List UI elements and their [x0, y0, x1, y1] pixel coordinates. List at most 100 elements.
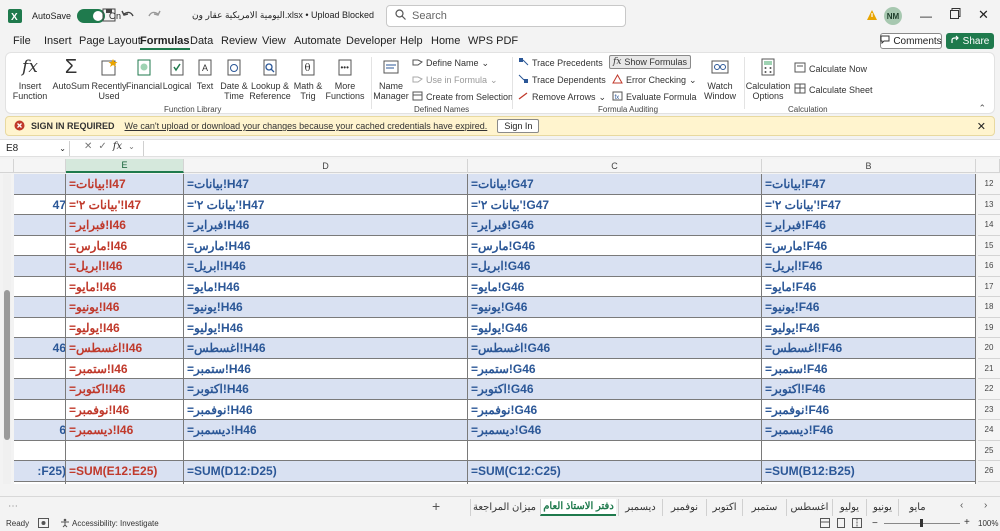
cell-d22[interactable]: =اكتوبر!H46: [184, 379, 468, 400]
menu-review[interactable]: Review: [221, 35, 257, 47]
cell-d12[interactable]: =بيانات!H47: [184, 174, 468, 195]
cell-c21[interactable]: =ستمبر!G46: [468, 359, 762, 380]
cell-f25[interactable]: [14, 441, 66, 462]
cell-f14[interactable]: [14, 215, 66, 236]
row-header[interactable]: 19: [978, 317, 1000, 338]
math-trig-button[interactable]: θ Math & Trig: [292, 56, 324, 101]
row-header[interactable]: 13: [978, 194, 1000, 215]
cell-c22[interactable]: =اكتوبر!G46: [468, 379, 762, 400]
sheet-tab[interactable]: يونيو: [866, 499, 898, 516]
row-header[interactable]: 16: [978, 256, 1000, 277]
cell-b26[interactable]: =SUM(B12:B25): [762, 461, 976, 482]
row-header[interactable]: 23: [978, 399, 1000, 420]
column-header-d[interactable]: D: [184, 159, 468, 173]
fx-button[interactable]: fx: [113, 141, 122, 152]
cell-b22[interactable]: =اكتوبر!F46: [762, 379, 976, 400]
row-header[interactable]: 21: [978, 358, 1000, 379]
sign-in-button[interactable]: Sign In: [497, 119, 540, 133]
cell-c18[interactable]: =يونيو!G46: [468, 297, 762, 318]
cell-f21[interactable]: [14, 359, 66, 380]
menu-formulas[interactable]: Formulas: [140, 35, 190, 50]
page-layout-view-icon[interactable]: [836, 518, 846, 530]
cell-f16[interactable]: [14, 256, 66, 277]
cell-d19[interactable]: =يوليو!H46: [184, 318, 468, 339]
normal-view-icon[interactable]: [820, 518, 830, 530]
cell-c14[interactable]: =فبراير!G46: [468, 215, 762, 236]
cell-d14[interactable]: =فبراير!H46: [184, 215, 468, 236]
tab-scroll-left-icon[interactable]: ‹: [960, 500, 963, 511]
cell-b14[interactable]: =فبراير!F46: [762, 215, 976, 236]
define-name-button[interactable]: Define Name ⌄: [412, 57, 489, 69]
more-functions-button[interactable]: ••• More Functions: [324, 56, 366, 101]
cell-f15[interactable]: [14, 236, 66, 257]
error-checking-button[interactable]: Error Checking ⌄: [612, 73, 697, 86]
row-header[interactable]: 18: [978, 297, 1000, 318]
close-icon[interactable]: ✕: [978, 7, 989, 23]
cell-f26[interactable]: :F25): [14, 461, 66, 482]
cell-d17[interactable]: =مايو!H46: [184, 277, 468, 298]
zoom-level[interactable]: 100%: [978, 519, 998, 528]
row-header[interactable]: 12: [978, 174, 1000, 195]
cell-e24[interactable]: =ديسمبر!I46: [66, 420, 184, 441]
cell-e21[interactable]: =ستمبر!I46: [66, 359, 184, 380]
menu-help[interactable]: Help: [400, 35, 423, 47]
cell-c19[interactable]: =يوليو!G46: [468, 318, 762, 339]
menu-developer[interactable]: Developer: [346, 35, 396, 47]
cell-e13[interactable]: ='بيانات ٢'!I47: [66, 195, 184, 216]
calculate-now-button[interactable]: Calculate Now: [794, 62, 867, 75]
cell-c23[interactable]: =نوفمبر!G46: [468, 400, 762, 421]
cell-b25[interactable]: [762, 441, 976, 462]
cell-d21[interactable]: =ستمبر!H46: [184, 359, 468, 380]
cell-e23[interactable]: =نوفمبر!I46: [66, 400, 184, 421]
cancel-icon[interactable]: ✕: [84, 141, 92, 152]
cell-c26[interactable]: =SUM(C12:C25): [468, 461, 762, 482]
calculation-options-button[interactable]: Calculation Options: [746, 56, 790, 101]
date-time-button[interactable]: Date & Time: [218, 56, 250, 101]
name-box[interactable]: E8 ⌄: [2, 141, 70, 156]
cell-f18[interactable]: [14, 297, 66, 318]
sheet-tab[interactable]: مايو: [898, 499, 936, 516]
cell-d24[interactable]: =ديسمبر!H46: [184, 420, 468, 441]
cell-d20[interactable]: =اغسطس!H46: [184, 338, 468, 359]
tab-scroll-right-icon[interactable]: ›: [984, 500, 987, 511]
cell-e12[interactable]: =بيانات!I47: [66, 174, 184, 195]
cell-f22[interactable]: [14, 379, 66, 400]
menu-wps-pdf[interactable]: WPS PDF: [468, 35, 518, 47]
restore-icon[interactable]: [950, 8, 961, 19]
cell-c12[interactable]: =بيانات!G47: [468, 174, 762, 195]
show-formulas-button[interactable]: fx Show Formulas: [609, 55, 691, 69]
message-text[interactable]: We can't upload or download your changes…: [125, 121, 488, 131]
autosave-toggle[interactable]: [77, 9, 106, 23]
evaluate-formula-button[interactable]: fx Evaluate Formula: [612, 91, 697, 103]
row-header[interactable]: 25: [978, 440, 1000, 461]
cell-f24[interactable]: 6: [14, 420, 66, 441]
cell-e26[interactable]: =SUM(E12:E25): [66, 461, 184, 482]
cell-b19[interactable]: =يوليو!F46: [762, 318, 976, 339]
cell-c17[interactable]: =مايو!G46: [468, 277, 762, 298]
page-break-view-icon[interactable]: [852, 518, 862, 530]
cell-d26[interactable]: =SUM(D12:D25): [184, 461, 468, 482]
financial-button[interactable]: Financial: [124, 56, 164, 91]
cell-b16[interactable]: =ابريل!F46: [762, 256, 976, 277]
cell-d25[interactable]: [184, 441, 468, 462]
text-button[interactable]: A Text: [190, 56, 220, 91]
share-button[interactable]: Share: [946, 33, 994, 49]
cell-e19[interactable]: =يوليو!I46: [66, 318, 184, 339]
cell-e15[interactable]: =مارس!I46: [66, 236, 184, 257]
lookup-reference-button[interactable]: Lookup & Reference: [249, 56, 291, 101]
menu-file[interactable]: File: [13, 35, 31, 47]
calculate-sheet-button[interactable]: Calculate Sheet: [794, 83, 873, 96]
avatar[interactable]: NM: [884, 7, 902, 25]
menu-data[interactable]: Data: [190, 35, 213, 47]
sheet-tab[interactable]: نوفمبر: [662, 499, 706, 516]
menu-page-layout[interactable]: Page Layout: [79, 35, 141, 47]
cell-d16[interactable]: =ابريل!H46: [184, 256, 468, 277]
redo-icon[interactable]: [146, 8, 162, 22]
cell-c16[interactable]: =ابريل!G46: [468, 256, 762, 277]
row-header[interactable]: 24: [978, 420, 1000, 441]
zoom-in-icon[interactable]: +: [964, 517, 970, 528]
row-header[interactable]: 17: [978, 276, 1000, 297]
trace-dependents-button[interactable]: Trace Dependents: [518, 74, 606, 86]
sheet-tab[interactable]: ميزان المراجعة: [470, 499, 538, 516]
cell-f19[interactable]: [14, 318, 66, 339]
